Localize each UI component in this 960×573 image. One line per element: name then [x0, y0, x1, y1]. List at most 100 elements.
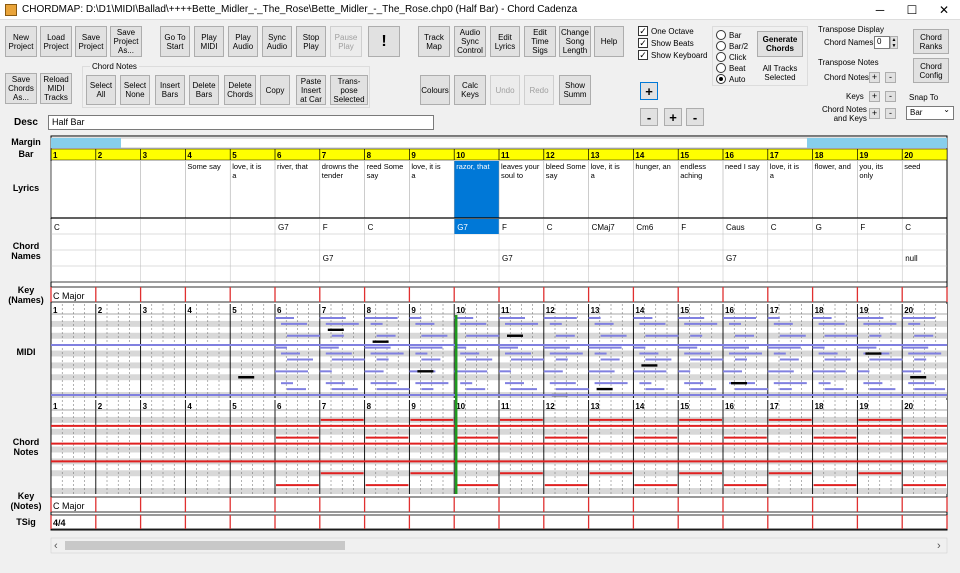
roll-bar-number: 18 — [815, 306, 824, 315]
roll-bar-number: 13 — [591, 402, 600, 411]
lyric-text: love, it is — [770, 162, 799, 171]
chord-name-alt: G7 — [726, 254, 737, 263]
bar-number: 16 — [725, 151, 734, 160]
roll-bar-number: 20 — [904, 402, 913, 411]
lyric-text: love, it is — [591, 162, 620, 171]
bar-number: 7 — [322, 151, 327, 160]
roll-bar-number: 4 — [187, 402, 192, 411]
chord-name: C — [368, 223, 374, 232]
lyric-text: need I say — [725, 162, 760, 171]
key-name-label: C Major — [53, 291, 85, 301]
bar-number: 6 — [277, 151, 282, 160]
roll-bar-number: 18 — [815, 402, 824, 411]
lyric-text: endless — [680, 162, 706, 171]
roll-bar-number: 5 — [232, 402, 237, 411]
bar-number: 5 — [232, 151, 237, 160]
key-notes-label: C Major — [53, 501, 85, 511]
lyric-text: soul to — [501, 171, 523, 180]
roll-bar-number: 9 — [411, 402, 416, 411]
chord-name: Cm6 — [636, 223, 653, 232]
roll-bar-number: 19 — [859, 306, 868, 315]
roll-bar-number: 16 — [725, 402, 734, 411]
chord-name-alt: null — [905, 254, 918, 263]
lyric-text: love, it is — [411, 162, 440, 171]
lyric-text: aching — [680, 171, 702, 180]
chord-name: C — [771, 223, 777, 232]
chord-name: Caus — [726, 223, 745, 232]
lyric-text: Some say — [187, 162, 221, 171]
lyric-text: love, it is — [232, 162, 261, 171]
scroll-left-icon: ‹ — [54, 540, 58, 552]
bar-number: 19 — [859, 151, 868, 160]
roll-bar-number: 16 — [725, 306, 734, 315]
bar-number: 2 — [98, 151, 103, 160]
lyric-text: flower, and — [815, 162, 851, 171]
roll-bar-number: 3 — [143, 306, 148, 315]
roll-bar-number: 6 — [277, 306, 282, 315]
roll-bar-number: 8 — [367, 306, 372, 315]
bar-number: 20 — [904, 151, 913, 160]
chord-name: G — [816, 223, 822, 232]
lyric-text: drowns the — [322, 162, 359, 171]
roll-bar-number: 14 — [635, 306, 644, 315]
chord-name: CMaj7 — [592, 223, 616, 232]
bar-number: 4 — [187, 151, 192, 160]
bar-number: 14 — [635, 151, 644, 160]
lyric-text: tender — [322, 171, 344, 180]
roll-bar-number: 15 — [680, 402, 689, 411]
lyric-text: you, its — [859, 162, 883, 171]
chord-name: C — [905, 223, 911, 232]
chord-name: G7 — [457, 223, 468, 232]
roll-bar-number: 13 — [591, 306, 600, 315]
roll-bar-number: 1 — [53, 402, 58, 411]
bar-number: 3 — [143, 151, 148, 160]
lyric-text: leaves your — [501, 162, 540, 171]
roll-bar-number: 3 — [143, 402, 148, 411]
tsig-label: 4/4 — [53, 518, 66, 528]
margin-left-block — [51, 138, 121, 148]
roll-bar-number: 19 — [859, 402, 868, 411]
chord-name: C — [54, 223, 60, 232]
roll-bar-number: 11 — [501, 402, 510, 411]
lyric-text: only — [859, 171, 873, 180]
roll-bar-number: 10 — [456, 306, 465, 315]
lyric-text: say — [546, 171, 558, 180]
lyric-text: reed Some — [367, 162, 404, 171]
bar-number: 13 — [591, 151, 600, 160]
chord-map-grid[interactable]: 1 2 3 4 5 6 7 8 9 10 11 12 13 14 15 16 17 18 19 20Some say l… — [0, 0, 960, 573]
roll-bar-number: 14 — [635, 402, 644, 411]
chord-name: F — [860, 223, 865, 232]
roll-bar-number: 11 — [501, 306, 510, 315]
chord-name: F — [502, 223, 507, 232]
bar-number: 1 — [53, 151, 58, 160]
scrollbar-thumb[interactable] — [65, 541, 345, 550]
bar-number: 10 — [456, 151, 465, 160]
roll-bar-number: 20 — [904, 306, 913, 315]
chord-name: F — [681, 223, 686, 232]
chord-name: G7 — [278, 223, 289, 232]
bar-number: 17 — [770, 151, 779, 160]
bar-number: 15 — [680, 151, 689, 160]
chord-name-alt: G7 — [502, 254, 513, 263]
roll-bar-number: 9 — [411, 306, 416, 315]
roll-bar-number: 2 — [98, 402, 103, 411]
roll-bar-number: 12 — [546, 306, 555, 315]
lyric-text: hunger, an — [635, 162, 670, 171]
lyric-text: river, that — [277, 162, 309, 171]
roll-bar-number: 8 — [367, 402, 372, 411]
margin-right-block — [807, 138, 947, 148]
lyric-text: razor, that — [456, 162, 490, 171]
roll-bar-number: 5 — [232, 306, 237, 315]
chord-name-alt: G7 — [323, 254, 334, 263]
roll-bar-number: 7 — [322, 306, 327, 315]
bar-number: 11 — [501, 151, 510, 160]
bar-number: 8 — [367, 151, 372, 160]
roll-bar-number: 15 — [680, 306, 689, 315]
roll-bar-number: 17 — [770, 306, 779, 315]
roll-bar-number: 12 — [546, 402, 555, 411]
roll-bar-number: 7 — [322, 402, 327, 411]
bar-number: 12 — [546, 151, 555, 160]
roll-bar-number: 2 — [98, 306, 103, 315]
chord-name: F — [323, 223, 328, 232]
bar-number: 18 — [815, 151, 824, 160]
